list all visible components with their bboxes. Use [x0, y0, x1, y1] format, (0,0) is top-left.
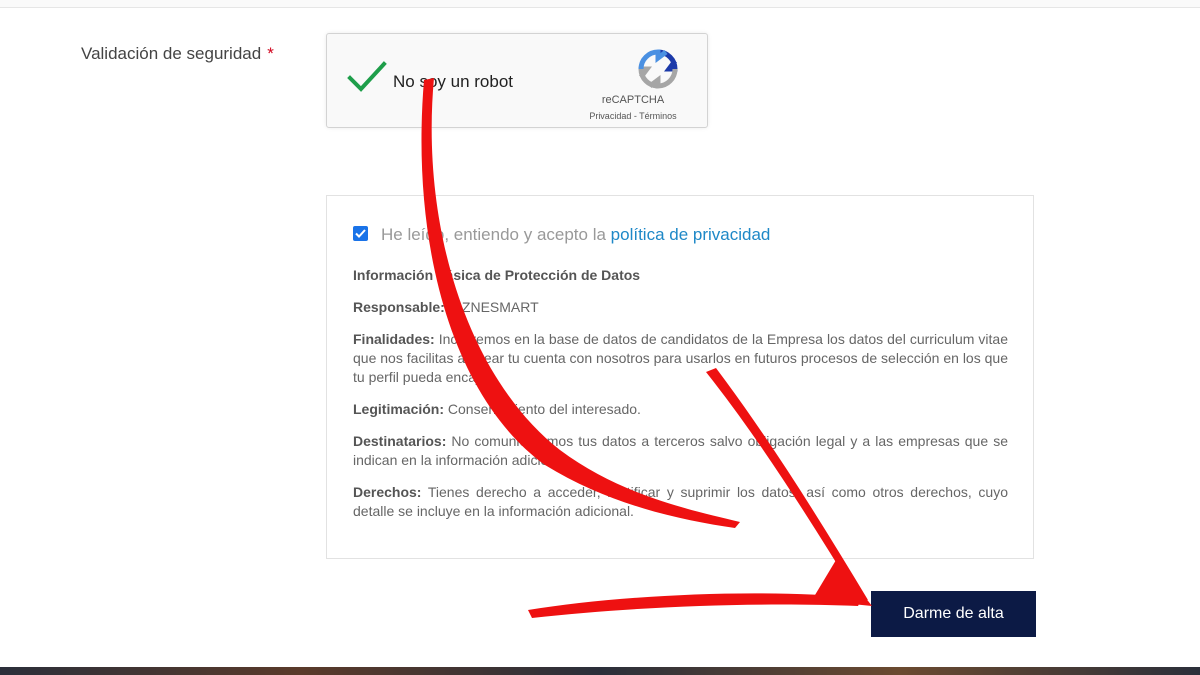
legitimacion-label: Legitimación:: [353, 401, 445, 417]
privacy-consent-checkbox[interactable]: [353, 226, 368, 241]
captcha-label: No soy un robot: [393, 72, 514, 91]
consent-prefix: He leído, entiendo y acepto la: [381, 225, 611, 244]
recaptcha-logo-icon: [638, 49, 678, 89]
privacy-policy-link[interactable]: política de privacidad: [611, 225, 771, 244]
destinatarios-value: No comunicaremos tus datos a terceros sa…: [353, 433, 1008, 468]
responsable-label: Responsable:: [353, 299, 445, 315]
security-validation-label: Validación de seguridad *: [81, 44, 274, 64]
data-protection-info: Información básica de Protección de Dato…: [353, 266, 1008, 534]
legitimacion-value: Consentimiento del interesado.: [444, 401, 641, 417]
signup-submit-button[interactable]: Darme de alta: [871, 591, 1036, 637]
security-validation-text: Validación de seguridad: [81, 44, 262, 63]
recaptcha-widget[interactable]: No soy un robot reCAPTCHA Privacidad - T…: [326, 33, 708, 128]
top-divider: [0, 0, 1200, 8]
finalidades-value: Incluiremos en la base de datos de candi…: [353, 331, 1008, 385]
derechos-label: Derechos:: [353, 484, 422, 500]
recaptcha-brand: reCAPTCHA: [601, 94, 665, 106]
privacy-consent-text: He leído, entiendo y acepto la política …: [381, 225, 770, 245]
recaptcha-privacy-terms-links[interactable]: Privacidad - Términos: [573, 111, 693, 121]
privacy-consent-box: He leído, entiendo y acepto la política …: [326, 195, 1034, 559]
derechos-value: Tienes derecho a acceder, rectificar y s…: [353, 484, 1008, 519]
checkmark-icon: [355, 229, 366, 238]
arrow-stroke-2: [528, 593, 862, 618]
info-heading: Información básica de Protección de Dato…: [353, 267, 641, 283]
destinatarios-label: Destinatarios:: [353, 433, 447, 449]
green-check-icon[interactable]: [347, 60, 387, 94]
required-mark: *: [267, 44, 274, 63]
finalidades-label: Finalidades:: [353, 331, 435, 347]
responsable-value: BIZNESMART: [444, 299, 539, 315]
bottom-edge-bar: [0, 667, 1200, 675]
arrow-head: [812, 560, 872, 606]
